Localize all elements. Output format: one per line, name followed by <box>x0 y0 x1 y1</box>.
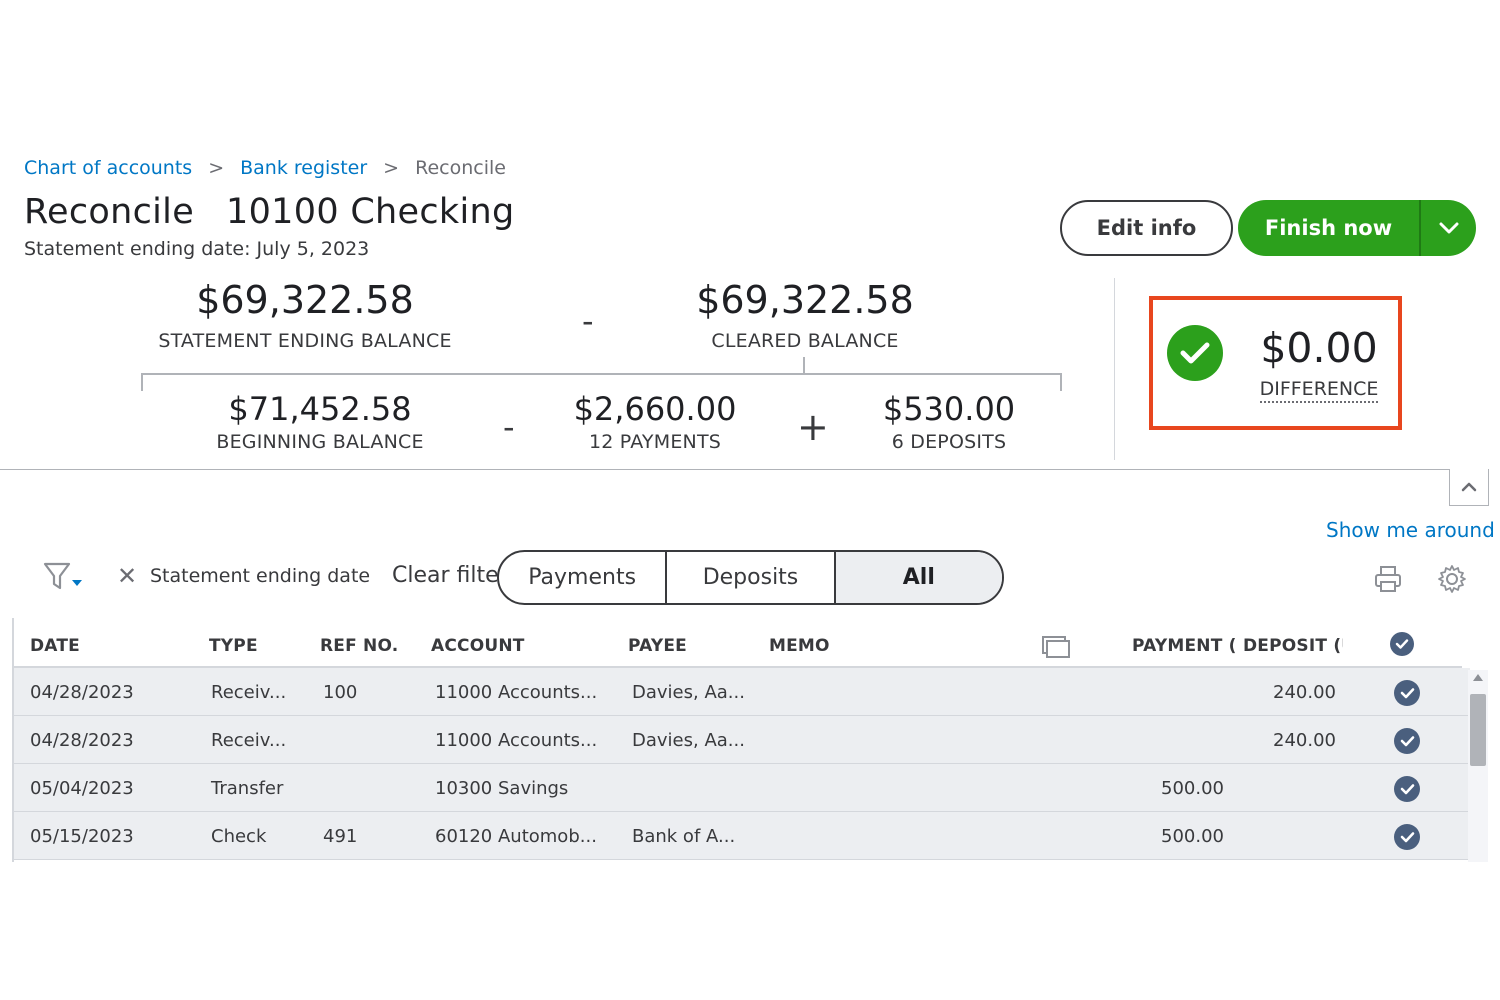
filter-chip-label: Statement ending date <box>150 565 371 587</box>
cell-payee: Davies, Aa... <box>632 682 745 703</box>
minus-operator: - <box>503 408 515 446</box>
deposits-amount: $530.00 <box>882 390 1016 428</box>
segment-deposits[interactable]: Deposits <box>667 552 836 603</box>
cell-date: 05/15/2023 <box>30 826 134 847</box>
breadcrumb-separator: > <box>208 157 225 179</box>
finish-options-button[interactable] <box>1421 200 1476 256</box>
balance-bracket <box>141 373 1062 391</box>
cell-date: 04/28/2023 <box>30 682 134 703</box>
statement-ending-date: Statement ending date: July 5, 2023 <box>24 238 370 260</box>
header-divider <box>0 469 1450 470</box>
cell-ref-no: 491 <box>323 826 358 847</box>
finish-now-button[interactable]: Finish now <box>1238 200 1421 256</box>
row-cleared-checkbox[interactable] <box>1394 728 1420 754</box>
cell-ref-no: 100 <box>323 682 358 703</box>
show-me-around-link[interactable]: Show me around <box>1326 518 1495 542</box>
funnel-icon <box>43 562 82 590</box>
table-row[interactable]: 04/28/2023 Receiv... 100 11000 Accounts.… <box>14 668 1470 716</box>
beginning-balance-label: BEGINNING BALANCE <box>216 431 424 453</box>
cell-date: 04/28/2023 <box>30 730 134 751</box>
account-name: 10100 Checking <box>226 192 515 232</box>
row-cleared-checkbox[interactable] <box>1394 680 1420 706</box>
payments-amount: $2,660.00 <box>573 390 737 428</box>
table-row[interactable]: 05/15/2023 Check 491 60120 Automob... Ba… <box>14 812 1470 860</box>
column-date[interactable]: DATE <box>30 636 80 656</box>
statement-ending-balance-amount: $69,322.58 <box>196 278 414 322</box>
row-cleared-checkbox[interactable] <box>1394 824 1420 850</box>
cell-type: Receiv... <box>211 730 287 751</box>
column-payee[interactable]: PAYEE <box>628 636 687 656</box>
breadcrumb-separator: > <box>383 157 400 179</box>
check-icon <box>1400 832 1414 843</box>
row-cleared-checkbox[interactable] <box>1394 776 1420 802</box>
breadcrumb-current: Reconcile <box>415 157 506 179</box>
cell-payment: 500.00 <box>1161 778 1224 799</box>
cell-account: 60120 Automob... <box>435 826 597 847</box>
payments-count-label: 12 PAYMENTS <box>588 431 722 453</box>
cell-payment: 500.00 <box>1161 826 1224 847</box>
breadcrumb-chart-of-accounts[interactable]: Chart of accounts <box>24 157 192 179</box>
cell-account: 11000 Accounts... <box>435 730 598 751</box>
table-scrollbar[interactable] <box>1468 670 1488 862</box>
table-row[interactable]: 04/28/2023 Receiv... 11000 Accounts... D… <box>14 716 1470 764</box>
segment-payments[interactable]: Payments <box>499 552 668 603</box>
cell-date: 05/04/2023 <box>30 778 134 799</box>
cleared-balance-label: CLEARED BALANCE <box>711 330 899 352</box>
filter-button[interactable] <box>42 560 86 594</box>
transaction-type-toggle: Payments Deposits All <box>497 550 1004 605</box>
breadcrumb-bank-register[interactable]: Bank register <box>240 157 367 179</box>
column-type[interactable]: TYPE <box>209 636 258 656</box>
cell-deposit: 240.00 <box>1273 730 1336 751</box>
segment-all[interactable]: All <box>835 552 1002 603</box>
clear-filter-link[interactable]: Clear filter <box>392 563 498 588</box>
select-all-checkbox[interactable] <box>1390 632 1414 656</box>
cleared-balance-amount: $69,322.58 <box>696 278 914 322</box>
cell-deposit: 240.00 <box>1273 682 1336 703</box>
check-icon <box>1400 736 1414 747</box>
statement-ending-balance-label: STATEMENT ENDING BALANCE <box>158 330 452 352</box>
cell-account: 11000 Accounts... <box>435 682 598 703</box>
page-title: Reconcile 10100 Checking <box>24 192 515 232</box>
cell-type: Transfer <box>211 778 284 799</box>
scroll-thumb[interactable] <box>1470 694 1486 766</box>
check-icon <box>1395 639 1409 649</box>
page-title-label: Reconcile <box>24 192 195 232</box>
cell-account: 10300 Savings <box>435 778 569 799</box>
section-divider <box>1114 278 1115 460</box>
scroll-up-arrow[interactable] <box>1473 674 1483 681</box>
difference-amount: $0.00 <box>1260 324 1378 372</box>
finish-now-split-button: Finish now <box>1238 200 1476 256</box>
plus-operator: + <box>797 405 829 449</box>
column-account[interactable]: ACCOUNT <box>431 636 525 656</box>
table-header: DATE TYPE REF NO. ACCOUNT PAYEE MEMO PAY… <box>14 618 1462 668</box>
minus-operator: - <box>582 302 594 340</box>
difference-label[interactable]: DIFFERENCE <box>1246 378 1392 403</box>
printer-icon[interactable] <box>1372 563 1404 595</box>
cell-payee: Davies, Aa... <box>632 730 745 751</box>
close-icon[interactable]: ✕ <box>117 562 137 590</box>
column-memo[interactable]: MEMO <box>769 636 830 656</box>
bracket-tick <box>803 357 805 374</box>
collapse-header-button[interactable] <box>1449 469 1489 506</box>
column-ref-no[interactable]: REF NO. <box>320 636 398 656</box>
chevron-down-icon <box>1439 222 1458 234</box>
table-row[interactable]: 05/04/2023 Transfer 10300 Savings 500.00 <box>14 764 1470 812</box>
cell-payee: Bank of A... <box>632 826 736 847</box>
check-icon <box>1400 784 1414 795</box>
check-icon <box>1400 688 1414 699</box>
column-payment[interactable]: PAYMENT ( <box>1132 636 1237 656</box>
edit-info-button[interactable]: Edit info <box>1060 200 1233 256</box>
cell-type: Check <box>211 826 267 847</box>
difference-label-text: DIFFERENCE <box>1259 378 1379 403</box>
cell-type: Receiv... <box>211 682 287 703</box>
breadcrumb: Chart of accounts > Bank register > Reco… <box>24 157 506 179</box>
gear-icon[interactable] <box>1436 563 1468 595</box>
transactions-table: DATE TYPE REF NO. ACCOUNT PAYEE MEMO PAY… <box>12 618 1490 862</box>
columns-icon[interactable] <box>1040 634 1072 660</box>
deposits-count-label: 6 DEPOSITS <box>891 431 1007 453</box>
check-circle-icon <box>1167 325 1223 381</box>
beginning-balance-amount: $71,452.58 <box>228 390 412 428</box>
chevron-up-icon <box>1461 482 1477 492</box>
column-deposit[interactable]: DEPOSIT (U <box>1243 636 1343 656</box>
